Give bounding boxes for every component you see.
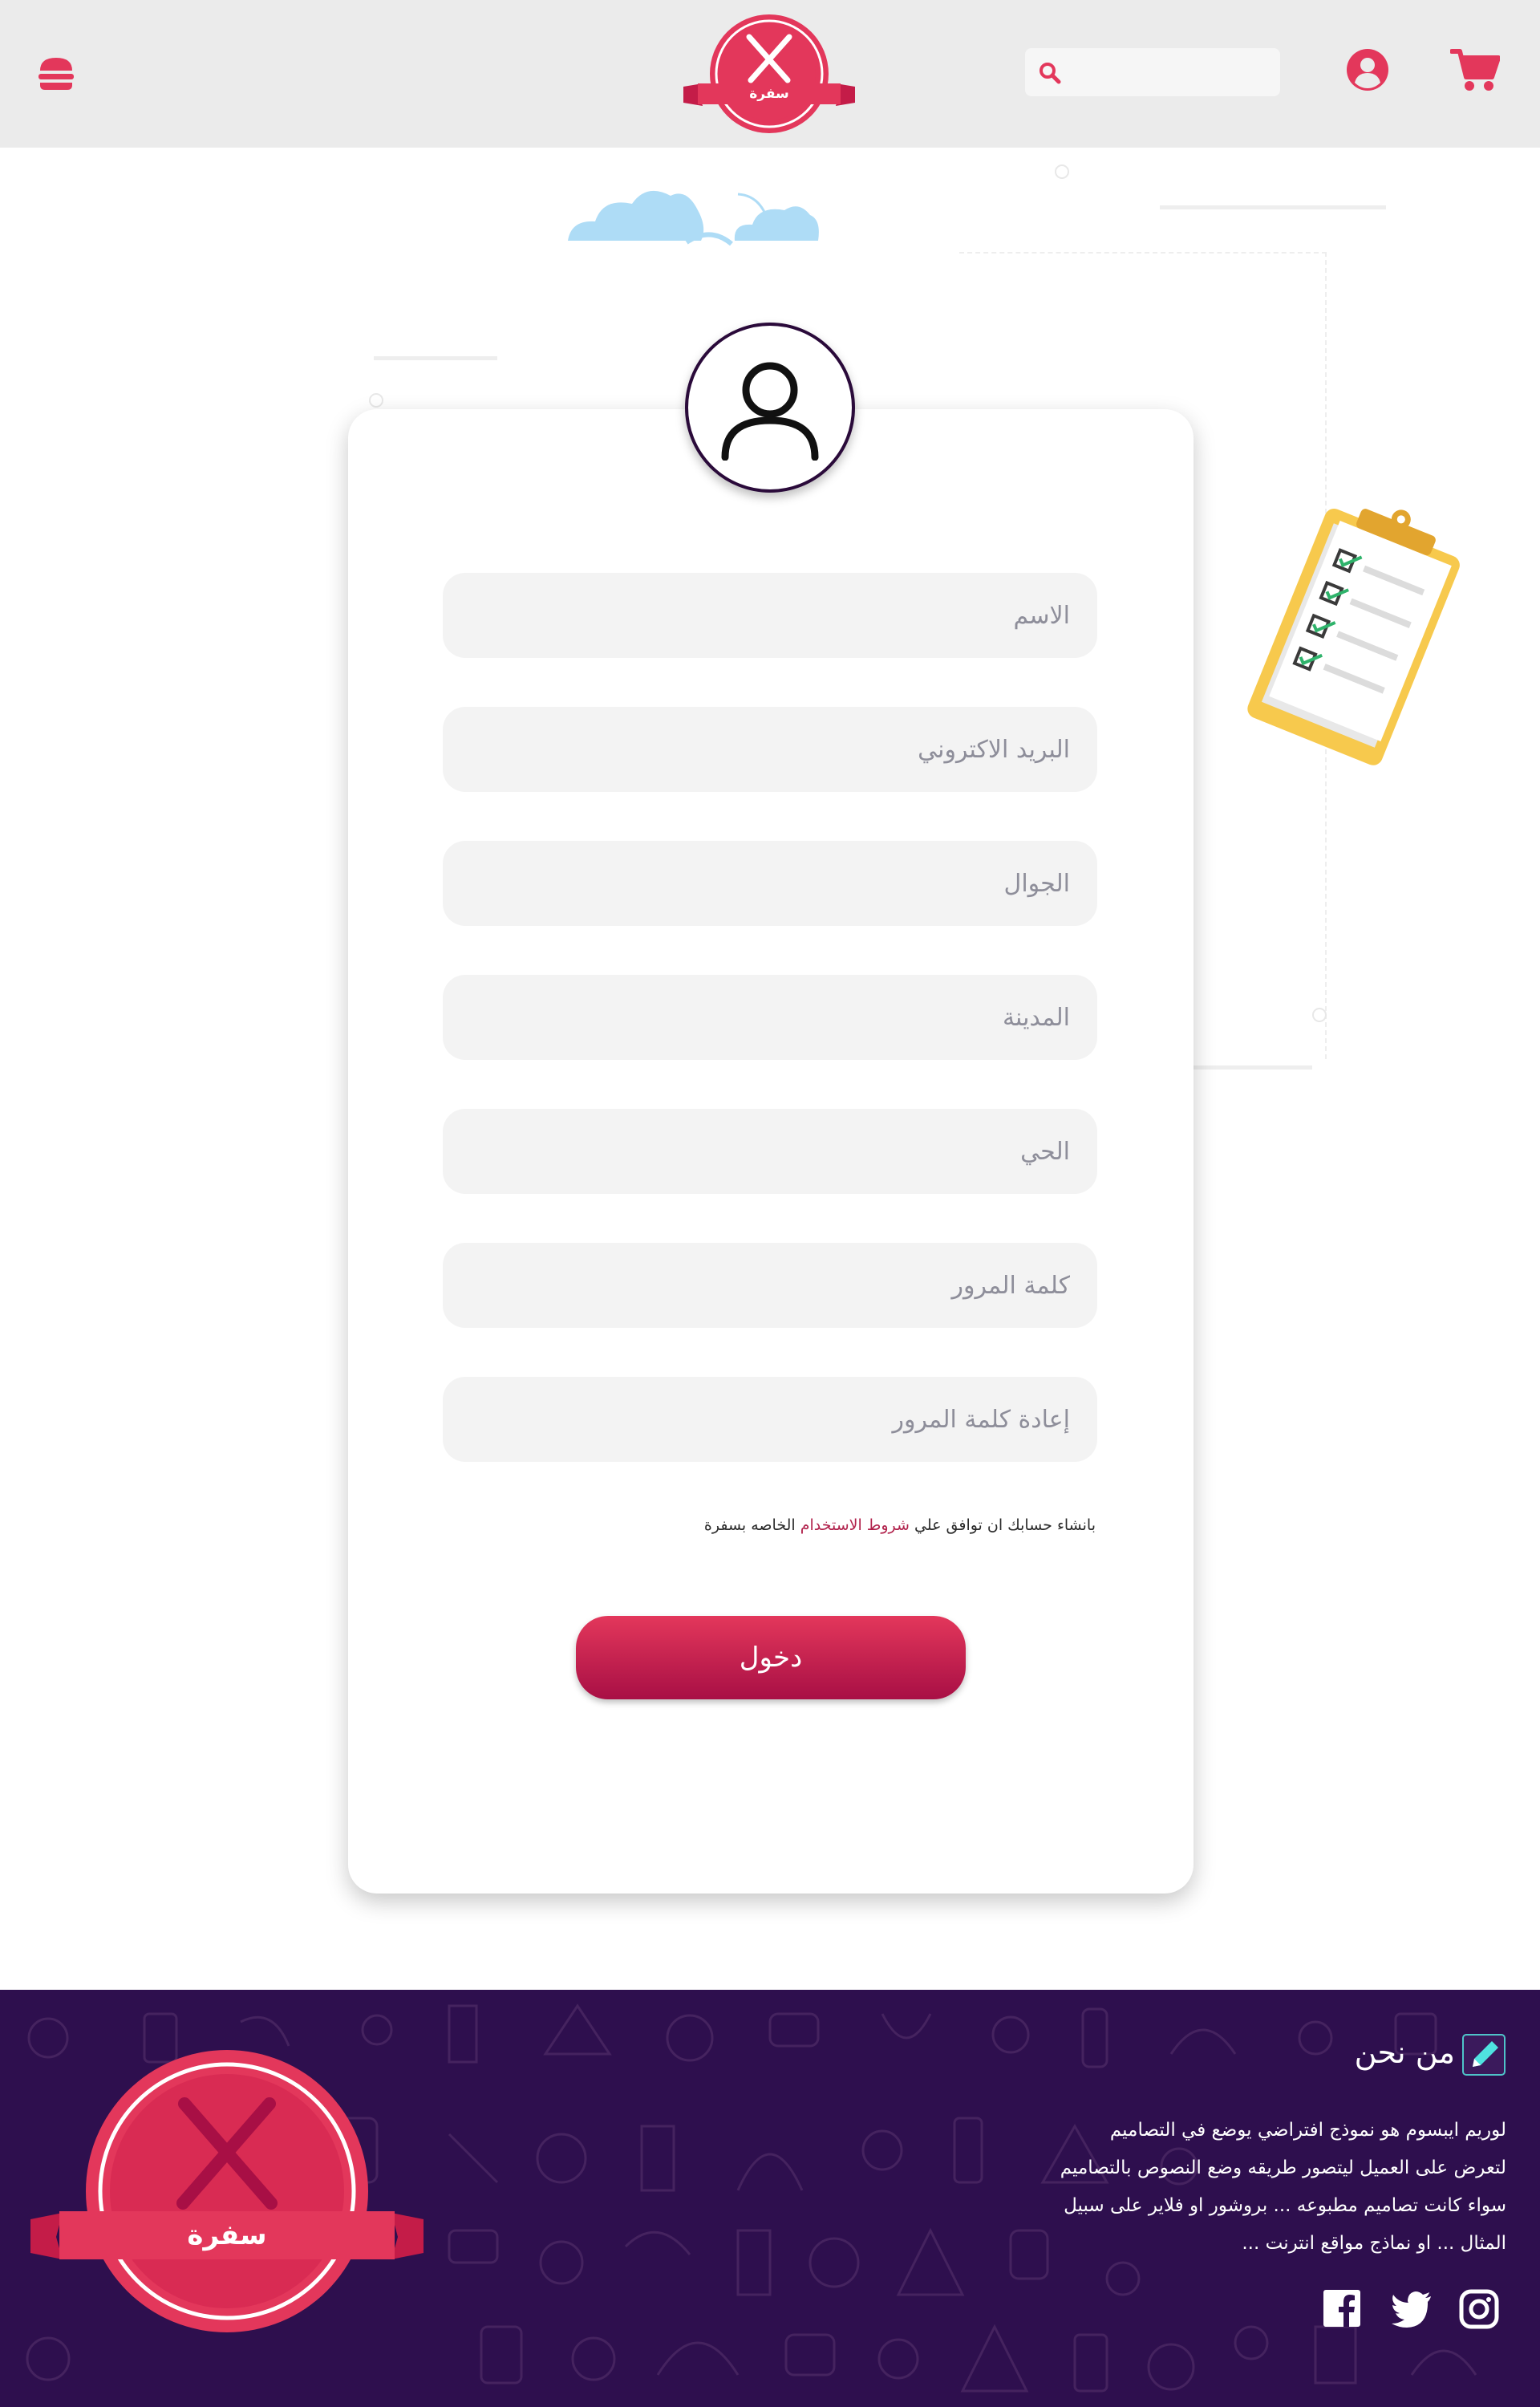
deco-line <box>374 356 497 360</box>
footer-logo[interactable]: سفرة <box>30 2046 424 2336</box>
about-line: المثال ... او نماذج مواقع انترنت ... <box>1242 2233 1506 2254</box>
about-text: لوريم ايبسوم هو نموذج افتراضي يوضع في ال… <box>946 2112 1506 2263</box>
account-button[interactable] <box>1346 48 1389 91</box>
twitter-icon <box>1392 2291 1431 2328</box>
about-title: من نحن <box>1354 2035 1455 2070</box>
confirm-password-field[interactable] <box>443 1377 1097 1462</box>
city-field[interactable] <box>443 975 1097 1060</box>
terms-before: بانشاء حسابك ان توافق علي <box>909 1516 1096 1534</box>
menu-button[interactable] <box>35 55 77 93</box>
search-bar[interactable] <box>1025 48 1280 96</box>
facebook-icon <box>1323 2290 1360 2327</box>
logo[interactable]: سفرة <box>683 11 855 136</box>
password-field[interactable] <box>443 1243 1097 1328</box>
instagram-link[interactable] <box>1458 2288 1500 2330</box>
district-field[interactable] <box>443 1109 1097 1194</box>
cart-button[interactable] <box>1449 48 1501 93</box>
deco-circle <box>369 393 383 408</box>
footer: سفرة من نحن لوريم ايبسوم هو نموذج افتراض… <box>0 1990 1540 2407</box>
submit-button[interactable]: دخول <box>576 1616 966 1699</box>
clouds-illustration <box>568 190 819 246</box>
twitter-link[interactable] <box>1391 2288 1433 2330</box>
terms-text: بانشاء حسابك ان توافق علي شروط الاستخدام… <box>610 1516 1096 1544</box>
logo-text: سفرة <box>749 86 789 102</box>
name-field[interactable] <box>443 573 1097 658</box>
avatar <box>685 323 855 493</box>
footer-logo-text: سفرة <box>187 2219 267 2251</box>
clipboard-illustration <box>1247 508 1460 765</box>
deco-line <box>1160 205 1386 209</box>
pencil-icon <box>1462 2034 1506 2076</box>
user-icon <box>721 362 819 461</box>
user-circle-icon <box>1347 49 1388 91</box>
terms-link[interactable]: شروط الاستخدام <box>800 1516 910 1534</box>
cart-icon <box>1449 49 1501 91</box>
about-line: لتعرض على العميل ليتصور طريقه وضع النصوص… <box>1060 2157 1506 2178</box>
mobile-field[interactable] <box>443 841 1097 926</box>
about-line: لوريم ايبسوم هو نموذج افتراضي يوضع في ال… <box>1109 2120 1506 2141</box>
instagram-icon <box>1459 2289 1499 2329</box>
header: سفرة <box>0 0 1540 148</box>
about-line: سواء كانت تصاميم مطبوعه ... بروشور او فل… <box>1064 2195 1506 2216</box>
search-icon <box>1040 63 1061 84</box>
hamburger-icon <box>38 58 74 90</box>
deco-line <box>1192 1065 1312 1070</box>
deco-circle <box>1312 1008 1327 1022</box>
email-field[interactable] <box>443 707 1097 792</box>
deco-circle <box>1055 164 1069 179</box>
search-input[interactable] <box>1070 55 1270 90</box>
terms-after: الخاصه بسفرة <box>703 1516 800 1534</box>
facebook-link[interactable] <box>1322 2288 1364 2330</box>
